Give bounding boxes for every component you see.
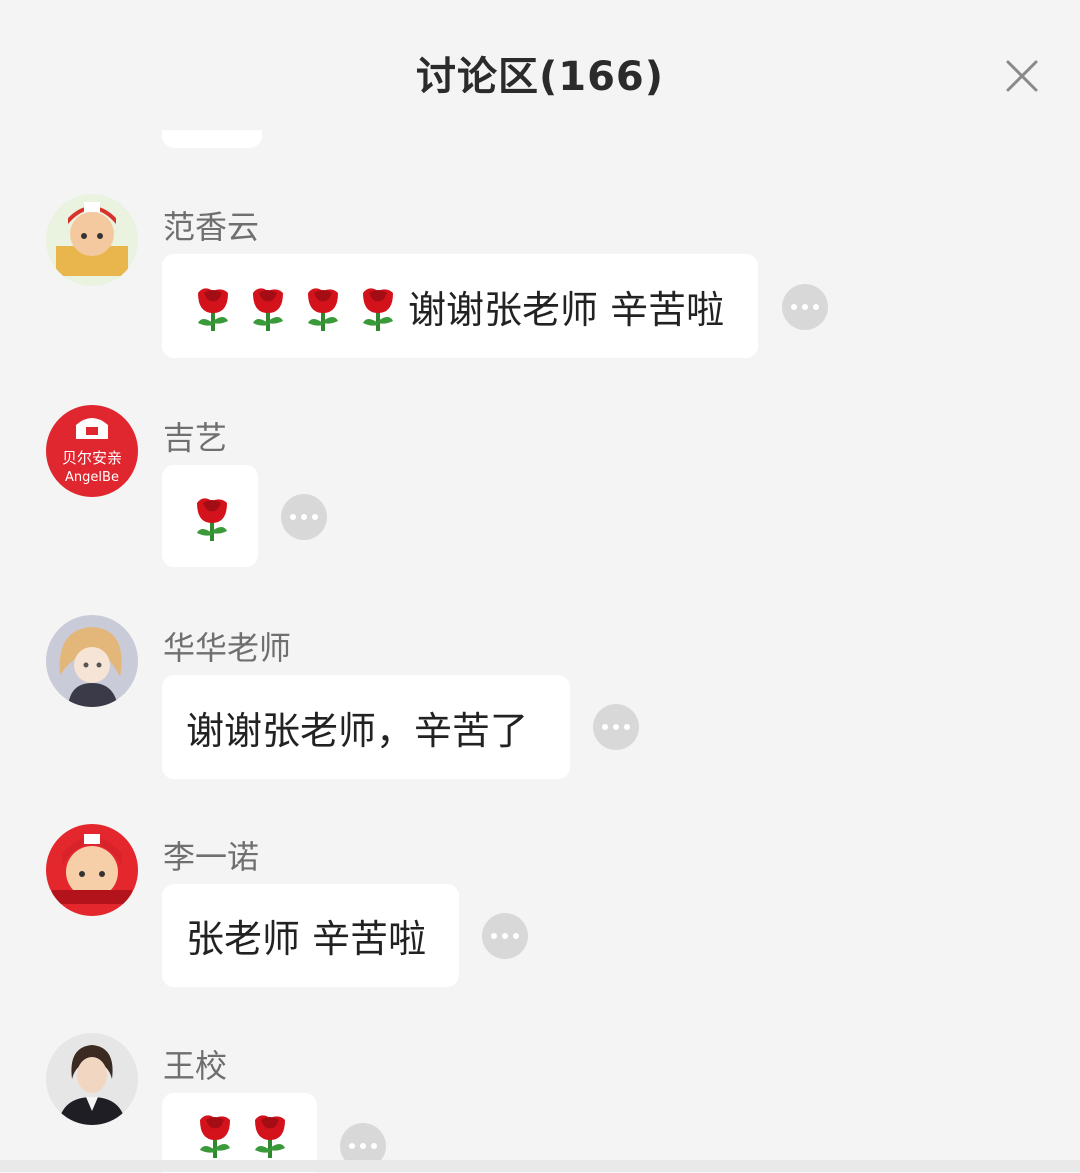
more-options-button[interactable] — [281, 494, 327, 540]
avatar[interactable]: 贝尔安亲 AngelBe — [46, 405, 138, 497]
message-bubble[interactable]: 谢谢张老师 辛苦啦 — [162, 254, 758, 358]
more-dots-icon — [482, 933, 528, 939]
message-text: 谢谢张老师，辛苦了 — [186, 708, 529, 753]
more-options-button[interactable] — [782, 284, 828, 330]
more-dots-icon — [340, 1143, 386, 1149]
username: 吉艺 — [163, 419, 228, 457]
more-dots-icon — [281, 514, 327, 520]
rose-icon — [187, 489, 233, 543]
rose-icon — [243, 279, 293, 333]
cartoon-boy-avatar-icon — [46, 194, 138, 286]
cartoon-kid-red-cap-avatar-icon — [46, 824, 138, 916]
message-bubble[interactable]: 张老师 辛苦啦 — [162, 884, 459, 987]
message-text: 张老师 辛苦啦 — [186, 917, 427, 961]
page-title: 讨论区(166) — [415, 54, 665, 100]
message-bubble[interactable]: 谢谢张老师，辛苦了 — [162, 675, 570, 779]
username: 王校 — [163, 1047, 228, 1085]
avatar[interactable] — [46, 824, 138, 916]
rose-icon — [245, 1106, 295, 1160]
avatar[interactable] — [46, 1033, 138, 1125]
angel-baby-logo-avatar-icon: 贝尔安亲 AngelBe — [46, 405, 138, 497]
username: 华华老师 — [163, 629, 292, 667]
avatar[interactable] — [46, 194, 138, 286]
more-dots-icon — [782, 304, 828, 310]
close-button[interactable] — [996, 50, 1048, 102]
message-bubble[interactable] — [162, 465, 258, 567]
anime-girl-avatar-icon — [46, 615, 138, 707]
username: 范香云 — [163, 208, 260, 246]
bottom-edge — [0, 1160, 1080, 1172]
header: 讨论区(166) — [0, 0, 1080, 130]
rose-icon — [298, 279, 348, 333]
rose-icon — [188, 279, 238, 333]
avatar-logo-text-en: AngelBe — [65, 470, 119, 485]
rose-icon — [353, 279, 403, 333]
close-icon — [1006, 60, 1038, 92]
more-dots-icon — [593, 724, 639, 730]
username: 李一诺 — [163, 838, 260, 876]
rose-icon — [190, 1106, 240, 1160]
portrait-photo-avatar-icon — [46, 1033, 138, 1125]
avatar[interactable] — [46, 615, 138, 707]
message-text: 谢谢张老师 辛苦啦 — [408, 287, 725, 332]
avatar-logo-text: 贝尔安亲 — [62, 449, 122, 467]
more-options-button[interactable] — [593, 704, 639, 750]
more-options-button[interactable] — [482, 913, 528, 959]
